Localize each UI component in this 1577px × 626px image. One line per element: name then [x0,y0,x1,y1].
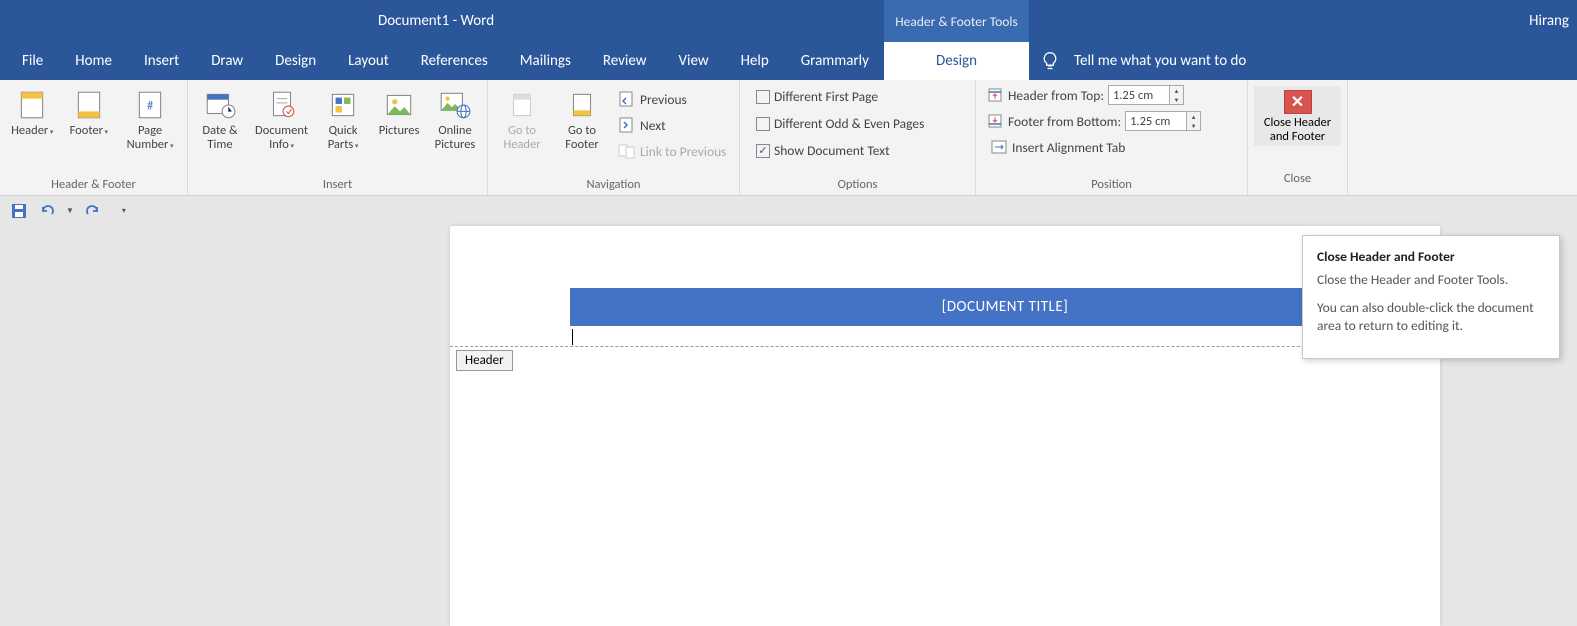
tab-home[interactable]: Home [59,42,128,80]
group-position: Header from Top: 1.25 cm ▲▼ Footer from … [976,80,1248,195]
goto-footer-icon [565,88,599,122]
tab-draw[interactable]: Draw [195,42,259,80]
footer-icon [72,88,106,122]
tab-mailings[interactable]: Mailings [504,42,587,80]
tab-review[interactable]: Review [587,42,663,80]
user-name[interactable]: Hirang [1529,12,1569,30]
close-header-footer-tooltip: Close Header and Footer Close the Header… [1302,235,1560,359]
contextual-tab-group-label: Header & Footer Tools [884,0,1029,42]
document-page[interactable]: [DOCUMENT TITLE] Header [450,226,1440,626]
group-label-navigation: Navigation [494,177,733,195]
show-document-text-checkbox[interactable]: ✓ Show Document Text [752,140,894,161]
header-top-label: Header from Top: [1008,87,1104,104]
group-label-header-footer: Header & Footer [6,177,181,195]
goto-footer-button[interactable]: Go to Footer [554,86,610,154]
header-icon [15,88,49,122]
ribbon: Header Footer # Page Number Header & Foo… [0,80,1577,196]
document-info-button[interactable]: Document Info [250,86,313,155]
next-button[interactable]: Next [614,114,730,136]
group-close: ✕ Close Header and Footer Close [1248,80,1348,195]
online-pictures-button[interactable]: Online Pictures [429,86,481,154]
header-region-tag: Header [456,350,513,371]
date-time-button[interactable]: Date & Time [194,86,246,154]
tab-insert[interactable]: Insert [128,42,195,80]
quick-access-toolbar: ▼ ▾ [0,196,1577,226]
title-bar: Document1 - Word Header & Footer Tools H… [0,0,1577,42]
group-label-insert: Insert [194,177,481,195]
tab-references[interactable]: References [405,42,504,80]
different-odd-even-checkbox[interactable]: Different Odd & Even Pages [752,113,928,134]
tab-design[interactable]: Design [259,42,332,80]
tab-view[interactable]: View [662,42,724,80]
lightbulb-icon [1040,51,1060,71]
quick-parts-icon [326,88,360,122]
checkbox-icon [756,90,770,104]
header-button[interactable]: Header [6,86,59,141]
group-options: Different First Page Different Odd & Eve… [740,80,976,195]
tab-file[interactable]: File [0,42,59,80]
checkbox-checked-icon: ✓ [756,144,770,158]
alignment-tab-icon [990,138,1008,156]
insert-alignment-tab-button[interactable]: Insert Alignment Tab [986,136,1129,158]
tooltip-line-1: Close the Header and Footer Tools. [1317,271,1545,289]
footer-bottom-label: Footer from Bottom: [1008,113,1121,130]
pictures-icon [382,88,416,122]
header-top-input[interactable]: 1.25 cm [1108,85,1170,105]
pictures-button[interactable]: Pictures [373,86,425,140]
window-title: Document1 - Word [378,12,494,30]
link-to-previous-button: Link to Previous [614,140,730,162]
tab-help[interactable]: Help [725,42,785,80]
document-info-icon [265,88,299,122]
calendar-icon [203,88,237,122]
online-pictures-icon [438,88,472,122]
page-number-button[interactable]: # Page Number [119,86,181,155]
tell-me-text: Tell me what you want to do [1074,52,1246,70]
next-icon [618,116,636,134]
footer-bottom-icon [986,112,1004,130]
save-icon[interactable] [10,202,28,220]
checkbox-icon [756,117,770,131]
close-x-icon: ✕ [1284,90,1312,114]
header-boundary-line [450,346,1440,347]
undo-dropdown-icon[interactable]: ▼ [66,206,74,216]
ribbon-tabs: File Home Insert Draw Design Layout Refe… [0,42,1577,80]
tell-me-zone[interactable]: Tell me what you want to do [1040,42,1246,80]
footer-bottom-input[interactable]: 1.25 cm [1125,111,1187,131]
previous-icon [618,90,636,108]
tooltip-line-2: You can also double-click the document a… [1317,299,1545,335]
group-header-footer: Header Footer # Page Number Header & Foo… [0,80,188,195]
page-number-icon: # [133,88,167,122]
different-first-page-checkbox[interactable]: Different First Page [752,86,882,107]
header-top-icon [986,86,1004,104]
redo-icon[interactable] [84,202,102,220]
text-cursor [572,329,573,345]
link-icon [618,142,636,160]
tab-design-contextual[interactable]: Design [884,42,1029,80]
tab-layout[interactable]: Layout [332,42,405,80]
close-header-footer-button[interactable]: ✕ Close Header and Footer [1254,86,1341,146]
group-label-close: Close [1254,171,1341,189]
header-top-spinner[interactable]: ▲▼ [1170,85,1184,105]
previous-button[interactable]: Previous [614,88,730,110]
tooltip-title: Close Header and Footer [1317,248,1545,265]
svg-text:#: # [147,98,154,113]
footer-bottom-spinner[interactable]: ▲▼ [1187,111,1201,131]
group-insert: Date & Time Document Info Quick Parts Pi… [188,80,488,195]
undo-icon[interactable] [38,202,56,220]
group-label-options: Options [746,177,969,195]
goto-header-icon [505,88,539,122]
footer-button[interactable]: Footer [63,86,116,141]
qat-customize-icon[interactable]: ▾ [122,206,126,216]
tab-grammarly[interactable]: Grammarly [785,42,885,80]
group-navigation: Go to Header Go to Footer Previous Next … [488,80,740,195]
group-label-position: Position [982,177,1241,195]
quick-parts-button[interactable]: Quick Parts [317,86,369,155]
goto-header-button: Go to Header [494,86,550,154]
